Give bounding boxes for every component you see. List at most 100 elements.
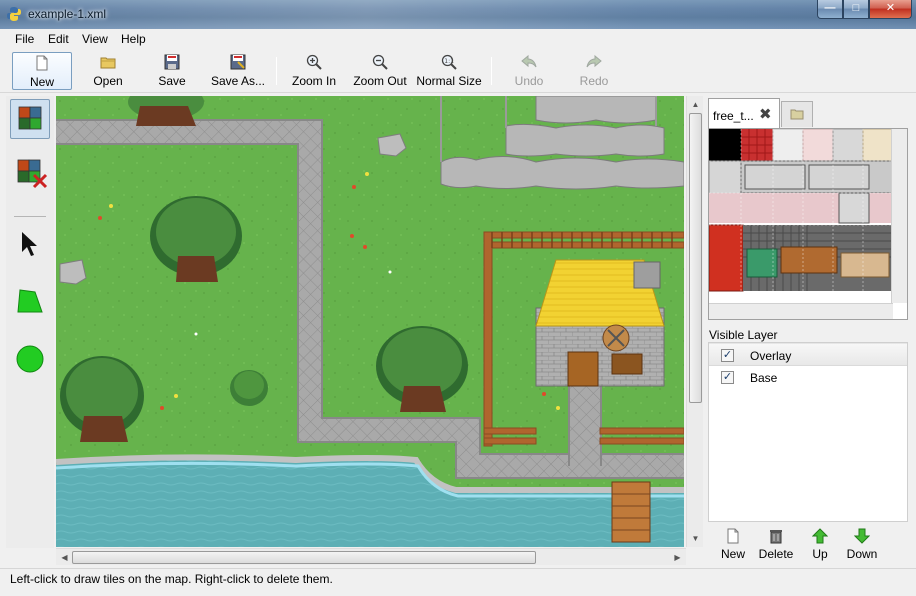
scroll-left-icon[interactable]: ◀ [56, 549, 73, 566]
open-tileset-tab[interactable] [781, 101, 813, 127]
circle-icon [16, 345, 44, 373]
house [535, 259, 665, 387]
polygon-tool[interactable] [10, 282, 50, 322]
save-as-icon [230, 54, 246, 70]
new-file-icon [727, 528, 739, 544]
new-button[interactable]: New [12, 52, 72, 90]
undo-label: Undo [514, 74, 544, 88]
horizontal-scroll-thumb[interactable] [72, 551, 536, 564]
select-tool[interactable] [10, 224, 50, 264]
tileset-view[interactable] [708, 128, 908, 320]
toolbar-separator [276, 57, 277, 85]
layer-list-title: Visible Layer [709, 328, 778, 342]
palette-separator [14, 216, 46, 217]
new-layer-button[interactable]: New [717, 528, 749, 561]
redo-arrow-icon [586, 54, 602, 68]
toolbar: New Open Save Save As... Zoom In Zoom Ou… [0, 49, 916, 93]
tileset-horizontal-scrollbar[interactable] [709, 303, 893, 319]
zoom-in-label: Zoom In [291, 74, 336, 88]
side-panel: free_t... ✖ Visible Layer ✓ Overlay ✓ Ba… [705, 96, 912, 566]
new-label: New [29, 75, 54, 89]
status-bar: Left-click to draw tiles on the map. Rig… [0, 568, 916, 596]
menu-help[interactable]: Help [121, 32, 146, 46]
title-bar: example-1.xml — □ ✕ [0, 0, 916, 29]
normal-size-label: Normal Size [416, 74, 482, 88]
menu-bar: File Edit View Help [0, 29, 916, 49]
folder-icon [790, 109, 804, 120]
layer-toolbar: New Delete Up Down [708, 524, 908, 566]
save-as-label: Save As... [210, 74, 266, 88]
new-file-icon [36, 55, 48, 71]
zoom-in-icon [306, 54, 322, 70]
status-text: Left-click to draw tiles on the map. Rig… [10, 572, 333, 586]
scroll-down-icon[interactable]: ▼ [687, 530, 704, 547]
maximize-button[interactable]: □ [843, 0, 869, 19]
draw-tiles-tool[interactable] [10, 99, 50, 139]
zoom-out-button[interactable]: Zoom Out [350, 52, 410, 90]
new-layer-label: New [720, 547, 745, 561]
arrow-cursor-icon [22, 232, 37, 256]
floppy-disk-icon [164, 54, 180, 70]
window-title: example-1.xml [28, 7, 107, 21]
draw-tiles-icon [18, 106, 42, 130]
menu-edit[interactable]: Edit [48, 32, 69, 46]
polygon-icon [17, 289, 43, 313]
menu-file[interactable]: File [15, 32, 34, 46]
svg-text:1:1: 1:1 [444, 58, 454, 65]
layer-name: Base [750, 371, 778, 385]
save-as-button[interactable]: Save As... [208, 52, 268, 90]
move-layer-down-button[interactable]: Down [844, 528, 880, 561]
move-layer-up-button[interactable]: Up [806, 528, 834, 561]
tileset-tab[interactable]: free_t... ✖ [708, 98, 780, 128]
overlay-visible-checkbox[interactable]: ✓ [721, 349, 734, 362]
erase-tiles-icon [17, 159, 48, 189]
python-icon [7, 7, 21, 21]
open-button[interactable]: Open [82, 52, 134, 90]
layer-row-overlay[interactable]: ✓ Overlay [709, 343, 907, 366]
map-horizontal-scrollbar[interactable]: ◀ ▶ [56, 548, 686, 565]
tileset-vertical-scrollbar[interactable] [891, 129, 907, 303]
zoom-out-icon [372, 54, 388, 70]
tileset-tab-label: free_t... [713, 109, 754, 123]
open-label: Open [93, 74, 123, 88]
redo-label: Redo [579, 74, 609, 88]
undo-button[interactable]: Undo [505, 52, 553, 90]
erase-tiles-tool[interactable] [10, 154, 50, 194]
move-up-label: Up [812, 547, 828, 561]
tree [128, 96, 204, 126]
layer-row-base[interactable]: ✓ Base [709, 366, 907, 389]
layer-name: Overlay [750, 349, 792, 363]
layer-list: ✓ Overlay ✓ Base [708, 342, 908, 522]
minimize-button[interactable]: — [817, 0, 843, 19]
dock [611, 481, 651, 543]
zoom-in-button[interactable]: Zoom In [288, 52, 340, 90]
arrow-up-icon [812, 528, 828, 544]
zoom-reset-icon: 1:1 [441, 54, 457, 70]
vertical-scroll-thumb[interactable] [689, 113, 702, 403]
base-visible-checkbox[interactable]: ✓ [721, 371, 734, 384]
close-tab-icon[interactable]: ✖ [759, 105, 772, 123]
folder-icon [100, 57, 116, 69]
tool-palette [6, 96, 54, 548]
zoom-out-label: Zoom Out [353, 74, 407, 88]
normal-size-button[interactable]: 1:1 Normal Size [415, 52, 483, 90]
scroll-right-icon[interactable]: ▶ [669, 549, 686, 566]
redo-button[interactable]: Redo [570, 52, 618, 90]
map-canvas[interactable] [56, 96, 684, 547]
scroll-up-icon[interactable]: ▲ [687, 96, 704, 113]
save-button[interactable]: Save [148, 52, 196, 90]
map-vertical-scrollbar[interactable]: ▲ ▼ [686, 96, 703, 547]
undo-arrow-icon [521, 54, 537, 68]
arrow-down-icon [854, 528, 870, 544]
tileset-image [709, 129, 894, 303]
close-button[interactable]: ✕ [869, 0, 912, 19]
delete-layer-label: Delete [758, 547, 794, 561]
bush [230, 370, 268, 406]
move-down-label: Down [846, 547, 878, 561]
circle-tool[interactable] [10, 338, 50, 378]
delete-layer-button[interactable]: Delete [756, 528, 796, 561]
save-label: Save [158, 74, 186, 88]
menu-view[interactable]: View [82, 32, 108, 46]
toolbar-separator [491, 57, 492, 85]
trash-icon [770, 530, 782, 544]
